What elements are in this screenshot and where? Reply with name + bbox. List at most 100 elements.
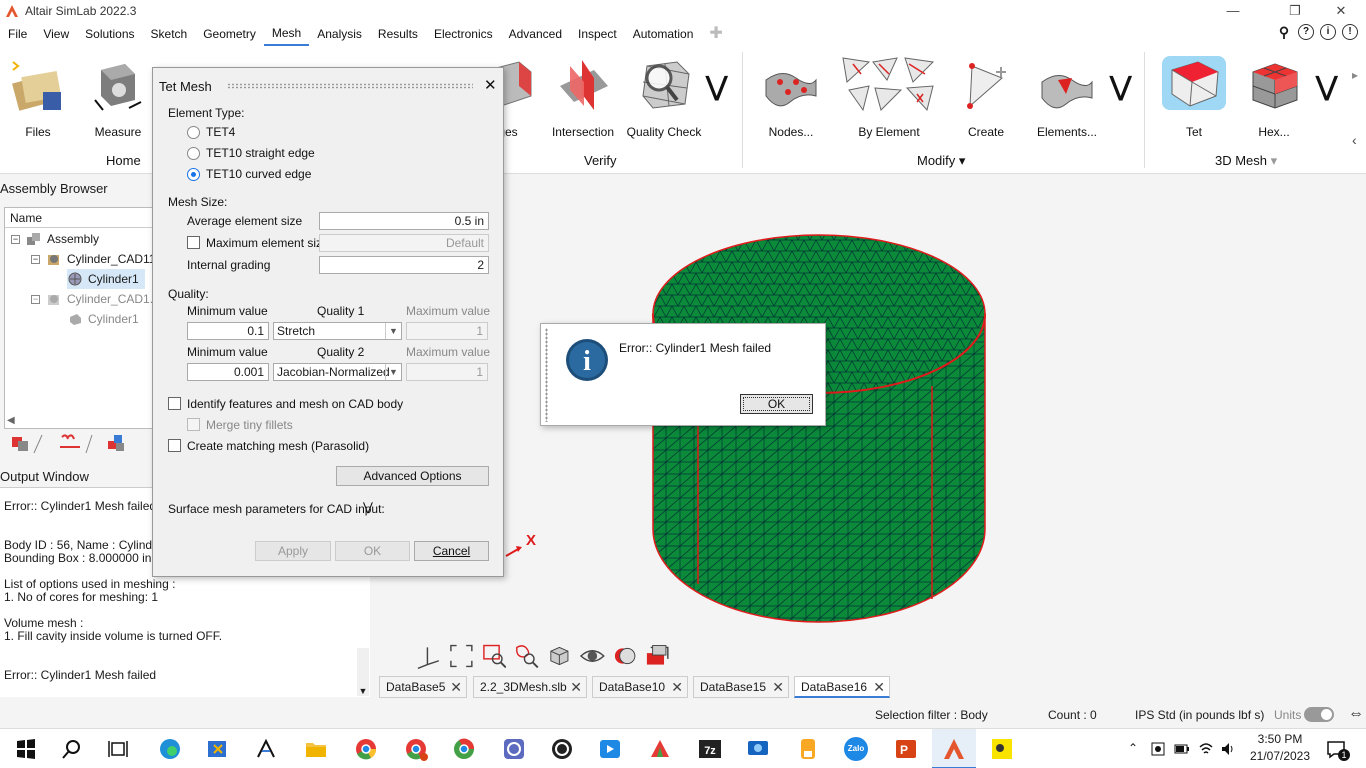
- merge-fillets-label[interactable]: Merge tiny fillets: [206, 418, 293, 432]
- dialog-close-icon[interactable]: ✕: [484, 76, 497, 94]
- menu-sketch[interactable]: Sketch: [143, 23, 196, 45]
- menu-mesh[interactable]: Mesh: [263, 22, 310, 46]
- matching-mesh-checkbox[interactable]: [168, 439, 181, 452]
- q1-metric-select[interactable]: Stretch ▼: [273, 322, 402, 340]
- expand-chevron-icon[interactable]: ⋁: [363, 500, 373, 514]
- selection-filter[interactable]: Selection filter : Body: [875, 708, 988, 722]
- maximum-size-input[interactable]: Default: [319, 234, 489, 252]
- tree-item-assembly[interactable]: − Assembly: [11, 229, 99, 249]
- hex-button[interactable]: Hex...: [1242, 56, 1306, 139]
- restore-button[interactable]: ❐: [1272, 0, 1318, 22]
- tab-3dmesh[interactable]: 2.2_3DMesh.slb ✕: [473, 676, 587, 698]
- simlab-taskbar-button[interactable]: [932, 729, 976, 768]
- menu-automation[interactable]: Automation: [625, 23, 702, 45]
- tab-database15[interactable]: DataBase15 ✕: [693, 676, 789, 698]
- close-tab-icon[interactable]: ✕: [671, 677, 683, 697]
- battery-icon[interactable]: [1174, 741, 1190, 757]
- visibility-eye-icon[interactable]: [579, 643, 605, 669]
- error-ok-button[interactable]: OK: [740, 394, 813, 414]
- files-button[interactable]: Files: [6, 56, 70, 139]
- tree-item-cylinder1-hidden[interactable]: Cylinder1: [67, 309, 139, 329]
- media-player-icon[interactable]: [598, 737, 622, 761]
- q1-min-input[interactable]: 0.1: [187, 322, 269, 340]
- mesh3d-more-icon[interactable]: ⋁: [1316, 73, 1337, 99]
- cylinder-mesh-model[interactable]: X: [372, 174, 1366, 674]
- snipping-tool-icon[interactable]: [206, 737, 230, 761]
- tab-database10[interactable]: DataBase10 ✕: [592, 676, 688, 698]
- clock-time[interactable]: 3:50 PM: [1248, 732, 1312, 746]
- elements-button[interactable]: Elements...: [1034, 56, 1100, 139]
- display-mode-icon[interactable]: [613, 643, 638, 669]
- arrows-icon[interactable]: ⇔: [1348, 705, 1364, 723]
- axis-triad-icon[interactable]: [416, 643, 441, 669]
- foxit-icon[interactable]: [648, 737, 672, 761]
- menu-inspect[interactable]: Inspect: [570, 23, 625, 45]
- q2-max-input[interactable]: 1: [406, 363, 488, 381]
- menu-results[interactable]: Results: [370, 23, 426, 45]
- modify-group-label[interactable]: Modify ▾: [917, 153, 965, 169]
- menu-view[interactable]: View: [35, 23, 77, 45]
- sticky-app-icon[interactable]: [796, 737, 820, 761]
- ribbon-scroll-right-icon[interactable]: ▸: [1352, 68, 1358, 82]
- drag-handle[interactable]: [227, 83, 473, 89]
- obs-icon[interactable]: [550, 737, 574, 761]
- intersection-button[interactable]: Intersection: [550, 56, 616, 139]
- drag-handle[interactable]: [545, 328, 548, 422]
- minimize-button[interactable]: —: [1210, 0, 1256, 22]
- apply-button[interactable]: Apply: [255, 541, 331, 561]
- search-icon[interactable]: ⚲: [1276, 24, 1292, 40]
- name-column-header[interactable]: Name: [5, 208, 153, 228]
- menu-file[interactable]: File: [0, 23, 35, 45]
- chrome-profile-icon[interactable]: [404, 737, 428, 761]
- verify-more-icon[interactable]: ⋁: [706, 73, 727, 99]
- tet4-label[interactable]: TET4: [206, 125, 235, 139]
- tray-chevron-icon[interactable]: ⌃: [1128, 741, 1138, 755]
- add-tab-icon[interactable]: ✚: [701, 23, 730, 45]
- pdf-viewer-icon[interactable]: [990, 737, 1014, 761]
- tree-item-cylinder-cad1[interactable]: − Cylinder_CAD1.x_: [31, 289, 166, 309]
- properties-tab-icon[interactable]: [54, 431, 94, 455]
- tab-database16[interactable]: DataBase16 ✕: [794, 676, 890, 698]
- close-tab-icon[interactable]: ✕: [873, 677, 885, 697]
- close-tab-icon[interactable]: ✕: [772, 677, 784, 697]
- identify-features-label[interactable]: Identify features and mesh on CAD body: [187, 397, 403, 411]
- maximum-size-checkbox[interactable]: [187, 236, 200, 249]
- about-icon[interactable]: !: [1342, 24, 1358, 40]
- matching-mesh-label[interactable]: Create matching mesh (Parasolid): [187, 439, 369, 453]
- tet4-radio[interactable]: [187, 126, 200, 139]
- wifi-icon[interactable]: [1198, 741, 1214, 757]
- menu-geometry[interactable]: Geometry: [195, 23, 264, 45]
- cancel-button[interactable]: Cancel: [414, 541, 489, 561]
- close-tab-icon[interactable]: ✕: [570, 677, 582, 697]
- advanced-options-button[interactable]: Advanced Options: [336, 466, 489, 486]
- view-cube-icon[interactable]: [547, 643, 572, 669]
- tet-button[interactable]: Tet: [1156, 56, 1232, 139]
- fit-view-icon[interactable]: [449, 643, 474, 669]
- merge-fillets-checkbox[interactable]: [187, 418, 200, 431]
- modify-more-icon[interactable]: ⋁: [1110, 73, 1131, 99]
- section-cut-icon[interactable]: [645, 643, 670, 669]
- search-icon[interactable]: [60, 737, 84, 761]
- tray-app-icon[interactable]: [1150, 741, 1166, 757]
- zoom-select-icon[interactable]: [514, 643, 539, 669]
- rdp-icon[interactable]: [746, 737, 770, 761]
- assembly-tab-icon[interactable]: [6, 431, 46, 455]
- by-element-button[interactable]: By Element: [836, 54, 942, 139]
- groups-tab-icon[interactable]: [102, 431, 142, 455]
- powerpoint-icon[interactable]: P: [894, 737, 918, 761]
- chrome-profile2-icon[interactable]: [452, 737, 476, 761]
- output-scrollbar[interactable]: ▼: [357, 648, 369, 696]
- mesh3d-group-label[interactable]: 3D Mesh ▾: [1215, 153, 1277, 169]
- quality-check-button[interactable]: Quality Check: [626, 56, 702, 139]
- units-system[interactable]: IPS Std (in pounds lbf s): [1135, 708, 1264, 722]
- q2-metric-select[interactable]: Jacobian-Normalized ▼: [273, 363, 402, 381]
- edge-browser-icon[interactable]: [158, 737, 182, 761]
- graphics-viewport[interactable]: X: [372, 174, 1366, 674]
- q1-max-input[interactable]: 1: [406, 322, 488, 340]
- average-size-input[interactable]: 0.5 in: [319, 212, 489, 230]
- help-icon[interactable]: ?: [1298, 24, 1314, 40]
- zoom-area-icon[interactable]: [482, 643, 507, 669]
- create-button[interactable]: Create: [958, 56, 1014, 139]
- nodes-button[interactable]: Nodes...: [756, 56, 826, 139]
- clock-date[interactable]: 21/07/2023: [1248, 749, 1312, 763]
